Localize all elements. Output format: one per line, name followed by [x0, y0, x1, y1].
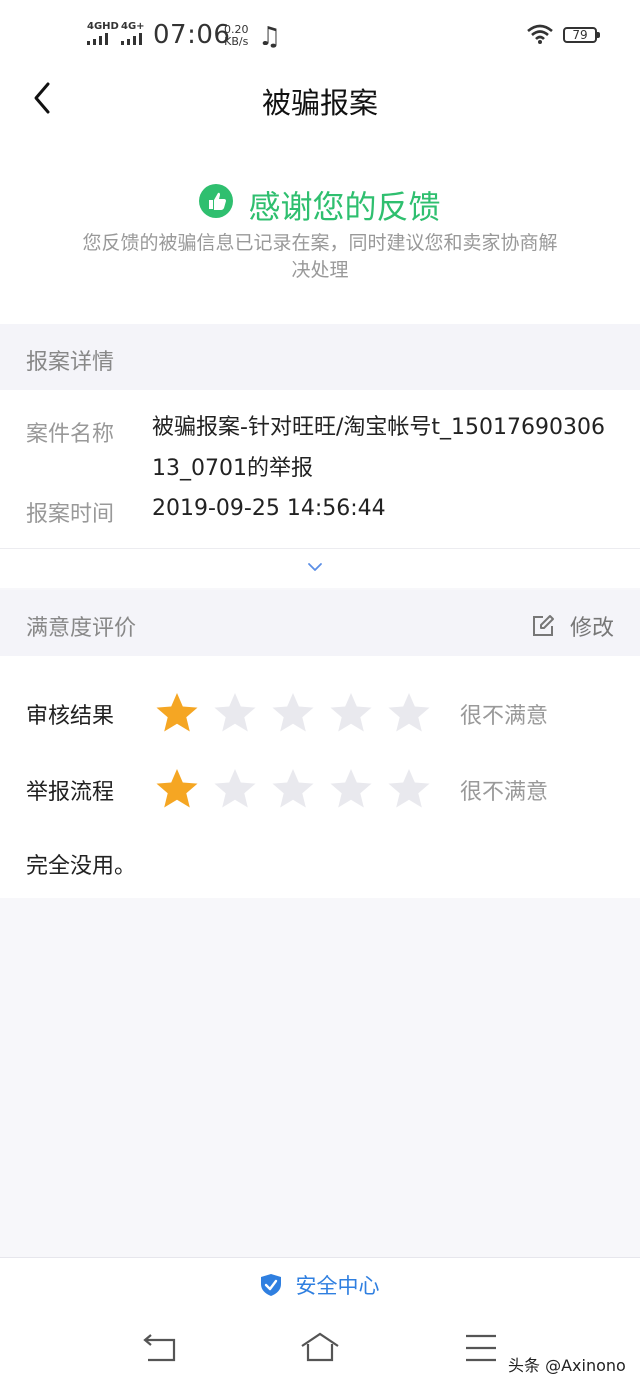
watermark: 头条 @Axinono [508, 1356, 626, 1375]
shield-icon [261, 1274, 282, 1296]
rating-row-review-result: 审核结果 很不满意 [0, 688, 640, 738]
music-icon: ♫ [258, 22, 282, 52]
status-bar: 4GHD 4G+ 07:06 0.20 KB/s ♫ 79 [0, 0, 640, 70]
star-empty-icon[interactable] [386, 766, 432, 812]
wifi-icon [527, 24, 553, 44]
network-type-2: 4G+ [121, 21, 145, 32]
back-nav-icon[interactable] [140, 1330, 180, 1366]
home-nav-icon[interactable] [300, 1330, 340, 1366]
feedback-title: 感谢您的反馈 [248, 188, 441, 226]
star-filled-icon[interactable] [154, 690, 200, 736]
case-time-label: 报案时间 [26, 502, 115, 527]
star-empty-icon[interactable] [270, 766, 316, 812]
case-time-value: 2019-09-25 14:56:44 [152, 496, 386, 521]
bottom-bar: 安全中心 [0, 1257, 640, 1312]
case-details: 案件名称 被骗报案-针对旺旺/淘宝帐号t_1501769030613_0701的… [0, 390, 640, 548]
rating-row-report-process: 举报流程 很不满意 [0, 764, 640, 814]
rating-text: 很不满意 [460, 780, 549, 805]
network-speed: 0.20 KB/s [224, 24, 249, 48]
rating-panel: 审核结果 很不满意 举报流程 很不满意 完全没用。 [0, 656, 640, 898]
feedback-panel: 感谢您的反馈 您反馈的被骗信息已记录在案，同时建议您和卖家协商解决处理 [0, 130, 640, 324]
chevron-down-icon[interactable] [307, 559, 323, 575]
rating-label: 举报流程 [26, 780, 115, 805]
menu-nav-icon[interactable] [462, 1330, 502, 1366]
security-center-link[interactable]: 安全中心 [260, 1270, 380, 1300]
rating-label: 审核结果 [26, 704, 115, 729]
network-type-1: 4GHD [87, 21, 119, 32]
page-title: 被骗报案 [261, 86, 378, 120]
speed-unit: KB/s [224, 35, 249, 48]
edit-button[interactable]: 修改 [531, 610, 614, 641]
star-empty-icon[interactable] [212, 690, 258, 736]
thumbs-up-icon [199, 184, 234, 218]
feedback-description: 您反馈的被骗信息已记录在案，同时建议您和卖家协商解决处理 [82, 232, 558, 281]
case-name-value: 被骗报案-针对旺旺/淘宝帐号t_1501769030613_0701的举报 [152, 415, 605, 481]
star-empty-icon[interactable] [386, 690, 432, 736]
star-empty-icon[interactable] [212, 766, 258, 812]
battery-indicator: 79 [563, 27, 600, 43]
rating-section-header: 满意度评价 修改 [0, 590, 640, 656]
rating-section-title: 满意度评价 [26, 616, 137, 641]
rating-comment: 完全没用。 [26, 854, 137, 879]
clock: 07:06 [153, 20, 231, 50]
star-filled-icon[interactable] [154, 766, 200, 812]
signal-2-icon [121, 33, 147, 45]
signal-1-icon [87, 33, 113, 45]
edit-label: 修改 [569, 616, 614, 641]
star-empty-icon[interactable] [328, 690, 374, 736]
star-empty-icon[interactable] [328, 766, 374, 812]
rating-text: 很不满意 [460, 704, 549, 729]
details-section-header: 报案详情 [0, 324, 640, 390]
edit-icon [532, 615, 554, 636]
security-center-label: 安全中心 [295, 1274, 380, 1298]
nav-header: 被骗报案 [0, 70, 640, 130]
expand-row[interactable] [0, 548, 640, 588]
details-section-title: 报案详情 [26, 350, 115, 375]
feedback-title-row: 感谢您的反馈 [0, 182, 640, 228]
case-name-label: 案件名称 [26, 422, 115, 447]
star-empty-icon[interactable] [270, 690, 316, 736]
